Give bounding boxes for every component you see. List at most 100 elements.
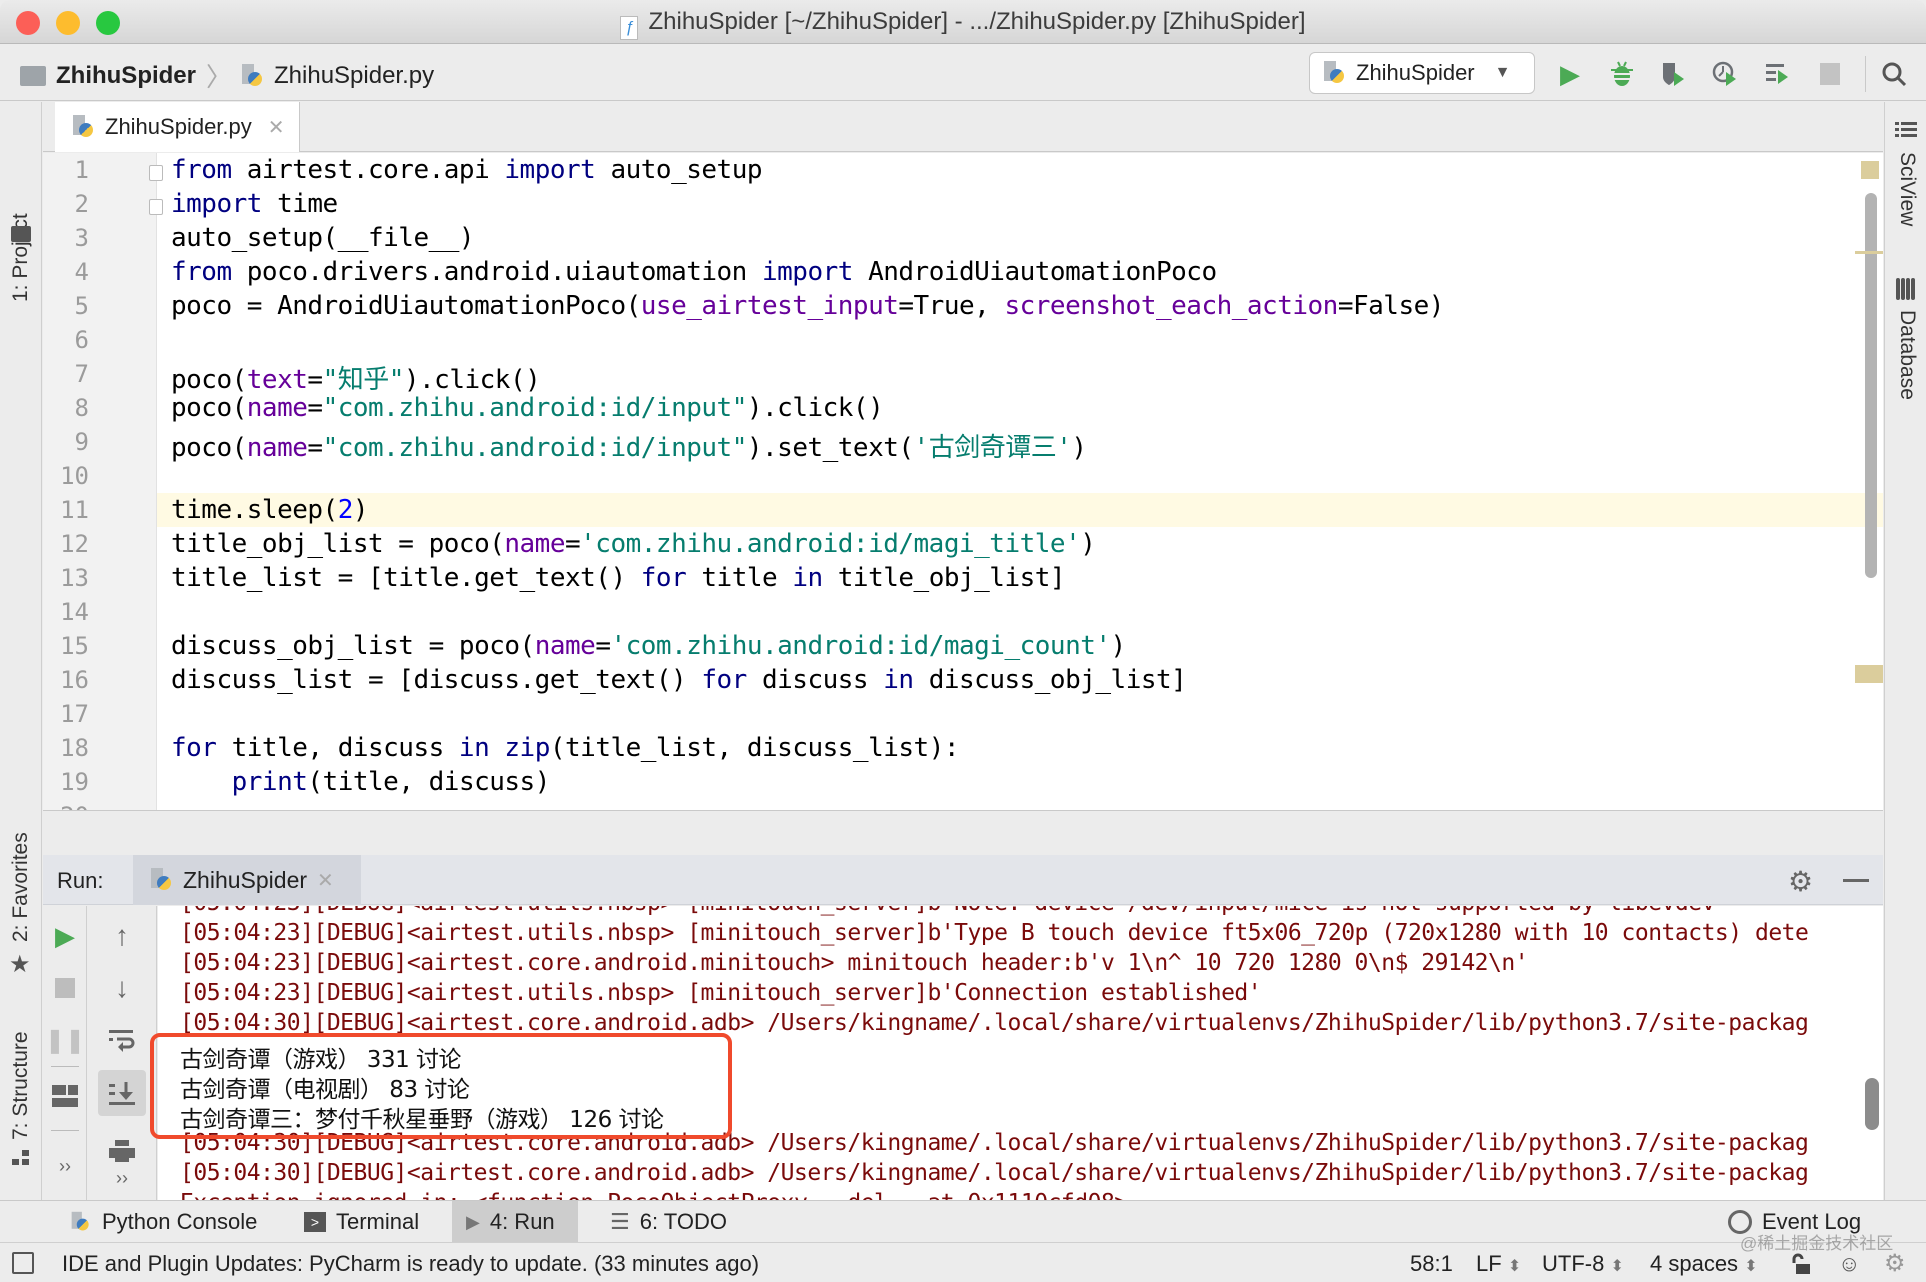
stop-icon[interactable] bbox=[1812, 56, 1848, 92]
watermark: @稀土掘金技术社区 bbox=[1740, 1234, 1894, 1253]
code-line[interactable]: time.sleep(2) bbox=[171, 495, 369, 525]
python-icon bbox=[151, 868, 173, 892]
code-line[interactable]: from poco.drivers.android.uiautomation i… bbox=[171, 257, 1217, 287]
caret-position[interactable]: 58:1 bbox=[1410, 1251, 1453, 1277]
code-line[interactable]: poco = AndroidUiautomationPoco(use_airte… bbox=[171, 291, 1444, 321]
updown-icon: ⬍ bbox=[1610, 1258, 1624, 1275]
up-arrow-icon[interactable]: ↑ bbox=[102, 916, 142, 956]
line-number: 18 bbox=[60, 734, 89, 762]
tool-window-python-console[interactable]: Python Console bbox=[56, 1201, 271, 1243]
run-icon[interactable]: ▶ bbox=[1552, 56, 1588, 92]
scroll-to-end-icon[interactable] bbox=[98, 1070, 146, 1116]
fold-start-icon[interactable] bbox=[149, 165, 163, 181]
panel-splitter[interactable] bbox=[43, 810, 1883, 854]
console-scrollbar[interactable] bbox=[1865, 1078, 1879, 1130]
favorites-tool-button[interactable]: 2: Favorites bbox=[9, 832, 33, 942]
indent-value: 4 spaces bbox=[1650, 1251, 1739, 1276]
code-line[interactable]: poco(name="com.zhihu.android:id/input").… bbox=[171, 393, 884, 423]
console-log-line: [05:04:30][DEBUG]<airtest.core.android.a… bbox=[180, 1160, 1809, 1186]
minimize-panel-icon[interactable] bbox=[1843, 879, 1869, 882]
profile-icon[interactable] bbox=[1708, 56, 1744, 92]
sciview-icon bbox=[1895, 122, 1917, 138]
code-line[interactable]: title_obj_list = poco(name='com.zhihu.an… bbox=[171, 529, 1096, 559]
line-number: 4 bbox=[74, 258, 89, 286]
rerun-icon[interactable]: ▶ bbox=[45, 916, 85, 956]
debug-icon[interactable] bbox=[1604, 56, 1640, 92]
favorites-label: 2: Favorites bbox=[9, 832, 32, 942]
console-log-line: [05:04:23][DEBUG]<airtest.core.android.m… bbox=[180, 950, 1529, 976]
toolbar-separator bbox=[51, 1066, 79, 1067]
error-stripe-marker[interactable] bbox=[1855, 665, 1883, 683]
tool-window-run[interactable]: ▶ 4: Run bbox=[452, 1201, 578, 1243]
code-line[interactable]: title_list = [title.get_text() for title… bbox=[171, 563, 1066, 593]
run-toolbar-primary: ▶ ❚❚ ›› bbox=[43, 906, 87, 1200]
code-line[interactable]: poco(text="知乎").click() bbox=[171, 359, 541, 396]
coverage-icon[interactable] bbox=[1656, 56, 1692, 92]
structure-label: 7: Structure bbox=[9, 1031, 32, 1140]
editor-tab-label: ZhihuSpider.py bbox=[105, 114, 252, 139]
window-title-bar: ƒ ZhihuSpider [~/ZhihuSpider] - .../Zhihu… bbox=[0, 0, 1926, 44]
code-line[interactable]: discuss_list = [discuss.get_text() for d… bbox=[171, 665, 1187, 695]
code-editor[interactable]: 1 from airtest.core.api import auto_setup… bbox=[43, 153, 1883, 810]
updown-icon: ⬍ bbox=[1744, 1258, 1758, 1275]
more-actions-icon[interactable]: ›› bbox=[102, 1158, 142, 1198]
line-separator-select[interactable]: LF ⬍ bbox=[1476, 1251, 1521, 1277]
pause-icon[interactable]: ❚❚ bbox=[45, 1020, 85, 1060]
close-run-tab-icon[interactable]: ✕ bbox=[317, 868, 334, 893]
run-panel-header: Run: ZhihuSpider ✕ ⚙ bbox=[43, 855, 1883, 905]
folder-icon bbox=[20, 65, 46, 86]
code-line[interactable]: import time bbox=[171, 189, 338, 219]
console-log-line: [05:04:23][DEBUG]<airtest.utils.nbsp> [m… bbox=[180, 920, 1809, 946]
restore-layout-icon[interactable] bbox=[45, 1076, 85, 1116]
database-icon bbox=[1896, 278, 1916, 300]
line-number: 1 bbox=[74, 156, 89, 184]
code-line[interactable]: print(title, discuss) bbox=[171, 767, 551, 797]
code-line[interactable]: discuss_obj_list = poco(name='com.zhihu.… bbox=[171, 631, 1126, 661]
editor-tab-zhihuspider[interactable]: ZhihuSpider.py ✕ bbox=[55, 102, 300, 152]
todo-icon: ☰ bbox=[610, 1209, 630, 1234]
settings-gear-icon[interactable]: ⚙ bbox=[1788, 865, 1813, 898]
run-configuration-label: ZhihuSpider bbox=[1356, 60, 1475, 85]
right-tool-stripe: SciView Database bbox=[1884, 102, 1926, 1200]
inspection-status-icon[interactable] bbox=[1861, 161, 1879, 179]
sciview-tool-button[interactable]: SciView bbox=[1895, 152, 1919, 226]
soft-wrap-icon[interactable] bbox=[102, 1020, 142, 1060]
tool-window-todo[interactable]: ☰ 6: TODO bbox=[596, 1201, 741, 1243]
breadcrumb-separator: 〉 bbox=[206, 62, 233, 92]
structure-icon bbox=[12, 1150, 30, 1166]
inspector-icon[interactable]: ☺ bbox=[1838, 1251, 1860, 1277]
terminal-icon: > bbox=[304, 1212, 326, 1232]
indent-select[interactable]: 4 spaces ⬍ bbox=[1650, 1251, 1758, 1277]
database-tool-button[interactable]: Database bbox=[1895, 310, 1919, 400]
run-tool-icon: ▶ bbox=[466, 1211, 480, 1232]
down-arrow-icon[interactable]: ↓ bbox=[102, 968, 142, 1008]
code-line[interactable]: from airtest.core.api import auto_setup bbox=[171, 155, 763, 185]
run-configuration-select[interactable]: ZhihuSpider ▼ bbox=[1309, 52, 1535, 94]
tool-window-label: Terminal bbox=[336, 1209, 420, 1234]
breadcrumb-file[interactable]: ZhihuSpider.py bbox=[274, 62, 434, 90]
line-number: 8 bbox=[74, 394, 89, 422]
stop-run-icon[interactable] bbox=[45, 968, 85, 1008]
error-stripe-marker[interactable] bbox=[1855, 251, 1883, 254]
toolbar-separator bbox=[51, 1130, 79, 1131]
code-line[interactable]: poco(name="com.zhihu.android:id/input").… bbox=[171, 427, 1087, 464]
left-tool-stripe: 1: Project 2: Favorites ★ 7: Structure bbox=[0, 102, 42, 1200]
lock-icon[interactable] bbox=[1790, 1253, 1812, 1275]
code-line[interactable]: for title, discuss in zip(title_list, di… bbox=[171, 733, 960, 763]
code-line[interactable]: auto_setup(__file__) bbox=[171, 223, 475, 253]
toggle-tool-windows-icon[interactable] bbox=[12, 1252, 34, 1274]
line-number: 2 bbox=[74, 190, 89, 218]
close-tab-icon[interactable]: ✕ bbox=[268, 115, 285, 140]
encoding-select[interactable]: UTF-8 ⬍ bbox=[1542, 1251, 1624, 1277]
status-message[interactable]: IDE and Plugin Updates: PyCharm is ready… bbox=[62, 1251, 759, 1277]
fold-end-icon[interactable] bbox=[149, 199, 163, 215]
breadcrumb-project[interactable]: ZhihuSpider bbox=[56, 62, 196, 90]
run-tab-zhihuspider[interactable]: ZhihuSpider ✕ bbox=[133, 855, 361, 905]
concurrency-icon[interactable] bbox=[1760, 56, 1796, 92]
python-icon bbox=[1324, 61, 1346, 85]
more-actions-icon[interactable]: ›› bbox=[45, 1146, 85, 1186]
structure-tool-button[interactable]: 7: Structure bbox=[9, 1031, 33, 1140]
console-log-line: [05:04:23][DEBUG]<airtest.utils.nbsp> [m… bbox=[180, 980, 1262, 1006]
search-icon[interactable] bbox=[1876, 56, 1912, 92]
tool-window-terminal[interactable]: > Terminal bbox=[290, 1201, 433, 1243]
